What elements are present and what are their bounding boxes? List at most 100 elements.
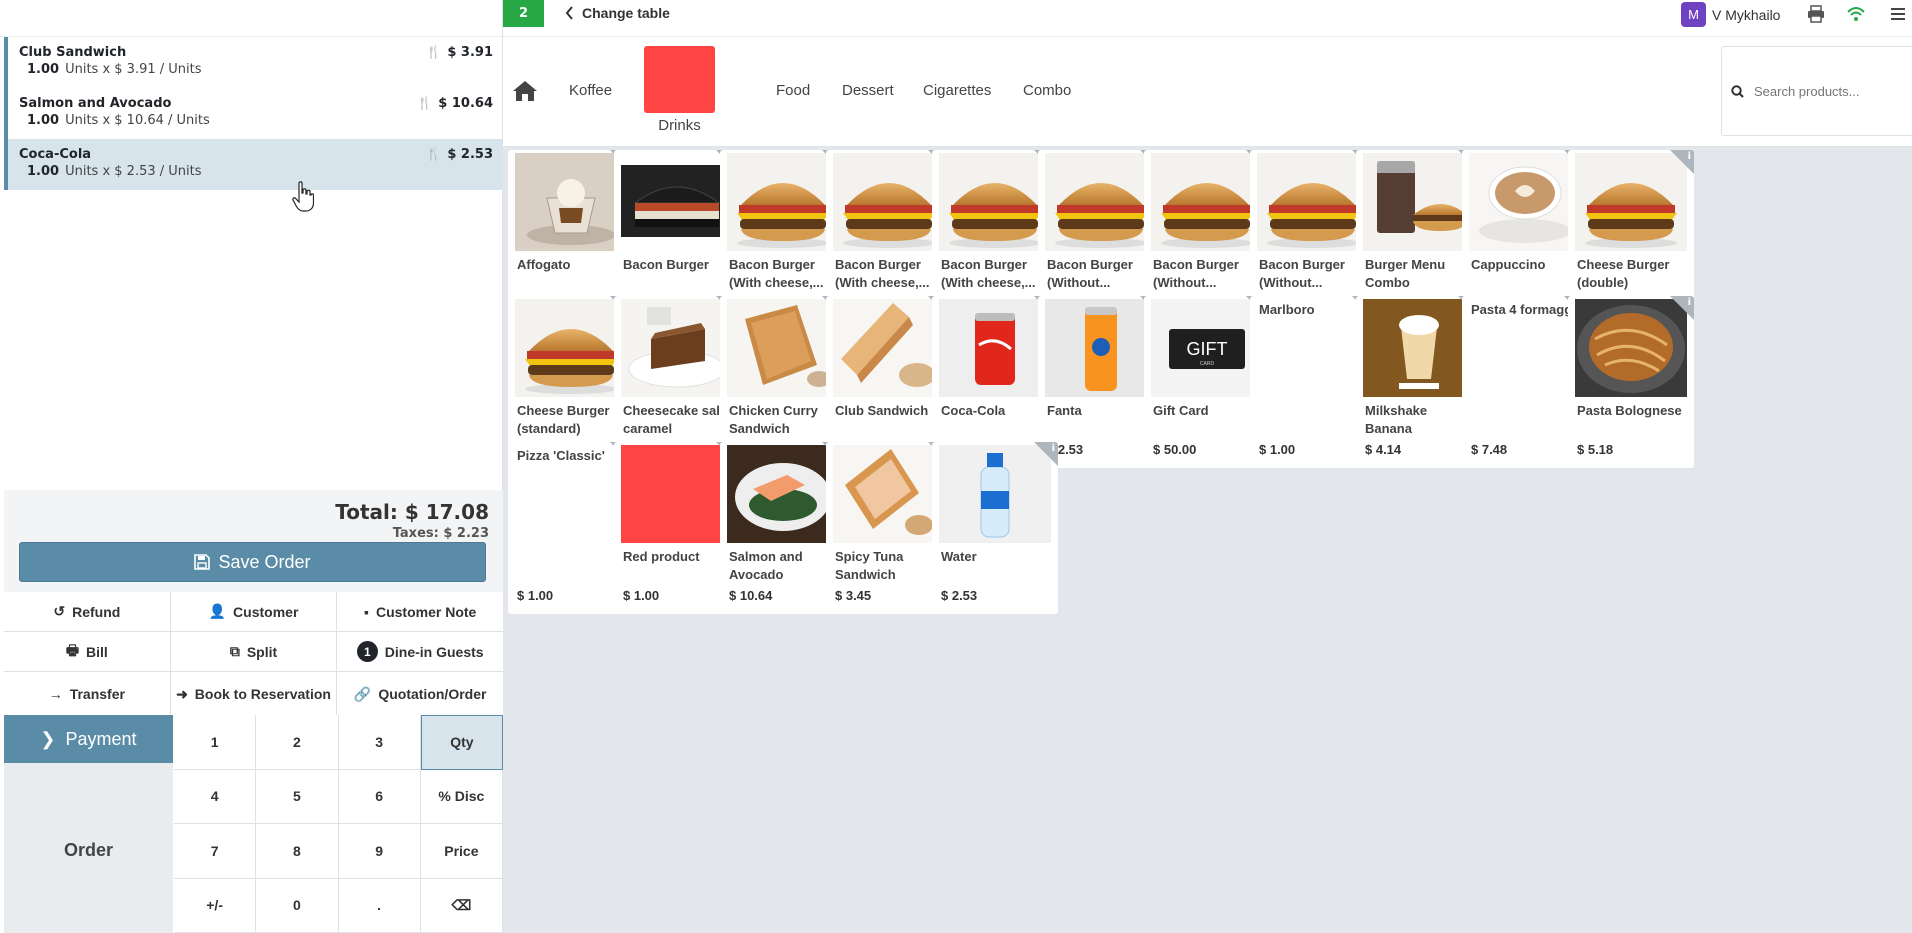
- save-order-button[interactable]: Save Order: [19, 542, 486, 582]
- numpad-mode-price[interactable]: Price: [420, 824, 503, 879]
- category-dessert[interactable]: Dessert: [842, 82, 894, 99]
- product-name: Affogato: [517, 257, 571, 272]
- product-card[interactable]: Water $ 2.53 i: [932, 442, 1058, 614]
- fork-knife-icon: 🍴: [426, 45, 442, 59]
- user-icon: 👤: [208, 603, 227, 619]
- numpad-key-7[interactable]: 7: [174, 824, 257, 879]
- copy-icon: ⧉: [229, 643, 240, 659]
- orderline[interactable]: Club Sandwich 🍴 $ 3.91 1.00 Units x $ 3.91…: [4, 37, 503, 88]
- product-name: Cappuccino: [1471, 257, 1546, 272]
- product-name: Red product: [623, 549, 700, 564]
- product-name: Fanta: [1047, 403, 1082, 418]
- change-table-button[interactable]: Change table: [565, 5, 670, 21]
- payment-button[interactable]: ❯ Payment: [4, 715, 173, 763]
- payment-label: Payment: [65, 728, 137, 749]
- numpad-key-3[interactable]: 3: [338, 715, 421, 770]
- numpad-key-8[interactable]: 8: [256, 824, 339, 879]
- print-icon[interactable]: [1806, 5, 1826, 23]
- product-name: Cheese Burger (standard): [517, 403, 610, 436]
- numpad-key-plus-minus[interactable]: +/-: [174, 878, 257, 933]
- product-grid: Affogato$ 12.50iBacon Burger$ 9.50iBacon…: [503, 147, 1912, 933]
- orderline-selected[interactable]: Coca-Cola 🍴 $ 2.53 1.00 Units x $ 2.53 / U…: [4, 139, 503, 190]
- category-drinks-label: Drinks: [658, 117, 701, 134]
- numpad-key-9[interactable]: 9: [338, 824, 421, 879]
- product-price: $ 2.53: [941, 588, 978, 603]
- product-card[interactable]: Pasta Bolognese $ 5.18 i: [1568, 296, 1694, 468]
- customer-note-button[interactable]: ▪ Customer Note: [337, 592, 504, 631]
- product-name: Cheesecake salty caramel: [623, 403, 732, 436]
- product-price: $ 1.00: [517, 588, 554, 603]
- product-price: $ 7.48: [1471, 442, 1508, 457]
- product-price: $ 1.00: [623, 588, 660, 603]
- product-name: Salmon and Avocado: [729, 549, 803, 582]
- chevron-circle-right-icon: ➜: [176, 685, 188, 702]
- bill-button[interactable]: 🖶 Bill: [4, 632, 171, 671]
- numpad-key-6[interactable]: 6: [338, 769, 421, 824]
- product-name: Club Sandwich: [835, 403, 929, 418]
- numpad-key-4[interactable]: 4: [174, 769, 257, 824]
- category-combo[interactable]: Combo: [1023, 82, 1071, 99]
- hamburger-menu-icon[interactable]: [1890, 5, 1906, 23]
- orderline-price: 🍴 $ 3.91: [426, 45, 493, 60]
- transfer-button[interactable]: → Transfer: [4, 672, 171, 716]
- sticky-note-icon: ▪: [364, 603, 369, 620]
- product-name: Bacon Burger (Without...: [1153, 257, 1239, 290]
- order-taxes: Taxes: $ 2.23: [392, 526, 489, 541]
- avatar: M: [1681, 2, 1706, 27]
- info-icon[interactable]: i: [1688, 151, 1691, 162]
- numpad-mode-qty[interactable]: Qty: [420, 715, 503, 770]
- category-drinks[interactable]: Drinks: [643, 46, 716, 136]
- gift-card-logo-text: GIFT: [1187, 339, 1228, 359]
- order-total: Total: $ 17.08: [335, 500, 489, 524]
- user-menu[interactable]: M V Mykhailo: [1681, 2, 1780, 27]
- search-box: [1721, 46, 1912, 136]
- chevron-right-icon: ❯: [40, 728, 56, 749]
- order-panel-header: [0, 0, 502, 37]
- product-name: Spicy Tuna Sandwich: [835, 549, 904, 582]
- product-name: Burger Menu Combo: [1365, 257, 1446, 290]
- dine-in-guests-button[interactable]: 1 Dine-in Guests: [337, 632, 504, 671]
- order-button[interactable]: Order: [4, 840, 173, 861]
- refund-button[interactable]: ↺ Refund: [4, 592, 171, 631]
- numpad-key-2[interactable]: 2: [256, 715, 339, 770]
- product-name: Bacon Burger (With cheese,...: [835, 257, 930, 290]
- orderline-info: 1.00 Units x $ 3.91 / Units: [27, 62, 202, 77]
- wifi-icon[interactable]: [1846, 5, 1866, 23]
- category-koffee[interactable]: Koffee: [569, 82, 612, 99]
- numpad-key-0[interactable]: 0: [256, 878, 339, 933]
- numpad: 1 2 3 Qty 4 5 6 % Disc 7 8 9 Price +/- 0…: [174, 715, 503, 933]
- undo-icon: ↺: [53, 603, 66, 619]
- orderlines-list: Club Sandwich 🍴 $ 3.91 1.00 Units x $ 3.91…: [4, 37, 503, 490]
- top-bar: 2 Change table M V Mykhailo: [503, 0, 1912, 37]
- numpad-key-5[interactable]: 5: [256, 769, 339, 824]
- quotation-order-button[interactable]: 🔗 Quotation/Order: [337, 672, 504, 716]
- split-label: Split: [246, 643, 278, 660]
- product-name: Bacon Burger (Without...: [1259, 257, 1345, 290]
- control-buttons: ↺ Refund 👤 Customer ▪ Customer Note 🖶 Bill ⧉…: [4, 592, 504, 717]
- floppy-disk-icon: [194, 554, 211, 570]
- payment-column: ❯ Payment Order: [4, 715, 173, 933]
- product-price: $ 4.14: [1365, 442, 1402, 457]
- orderline-price: 🍴 $ 2.53: [426, 147, 493, 162]
- dine-in-guests-label: Dine-in Guests: [384, 643, 484, 660]
- numpad-backspace-icon[interactable]: ⌫: [420, 878, 503, 933]
- search-input[interactable]: [1754, 83, 1904, 99]
- numpad-key-decimal[interactable]: .: [338, 878, 421, 933]
- orderline[interactable]: Salmon and Avocado 🍴 $ 10.64 1.00 Units x …: [4, 88, 503, 139]
- home-icon[interactable]: [512, 79, 538, 103]
- split-button[interactable]: ⧉ Split: [170, 632, 338, 671]
- customer-button[interactable]: 👤 Customer: [170, 592, 338, 631]
- book-to-reservation-button[interactable]: ➜ Book to Reservation: [170, 672, 338, 716]
- info-icon[interactable]: i: [1052, 443, 1055, 454]
- category-cigarettes[interactable]: Cigarettes: [923, 82, 991, 99]
- order-panel: Club Sandwich 🍴 $ 3.91 1.00 Units x $ 3.91…: [0, 0, 504, 933]
- numpad-key-1[interactable]: 1: [174, 715, 257, 770]
- save-order-label: Save Order: [218, 551, 311, 572]
- info-icon[interactable]: i: [1688, 297, 1691, 308]
- payment-numpad-area: ❯ Payment Order 1 2 3 Qty 4 5 6 % Disc 7 …: [4, 715, 503, 933]
- fork-knife-icon: 🍴: [426, 147, 442, 161]
- numpad-mode-discount[interactable]: % Disc: [420, 769, 503, 824]
- category-food[interactable]: Food: [776, 82, 810, 99]
- table-number-badge[interactable]: 2: [503, 0, 544, 27]
- product-name: Chicken Curry Sandwich: [729, 403, 818, 436]
